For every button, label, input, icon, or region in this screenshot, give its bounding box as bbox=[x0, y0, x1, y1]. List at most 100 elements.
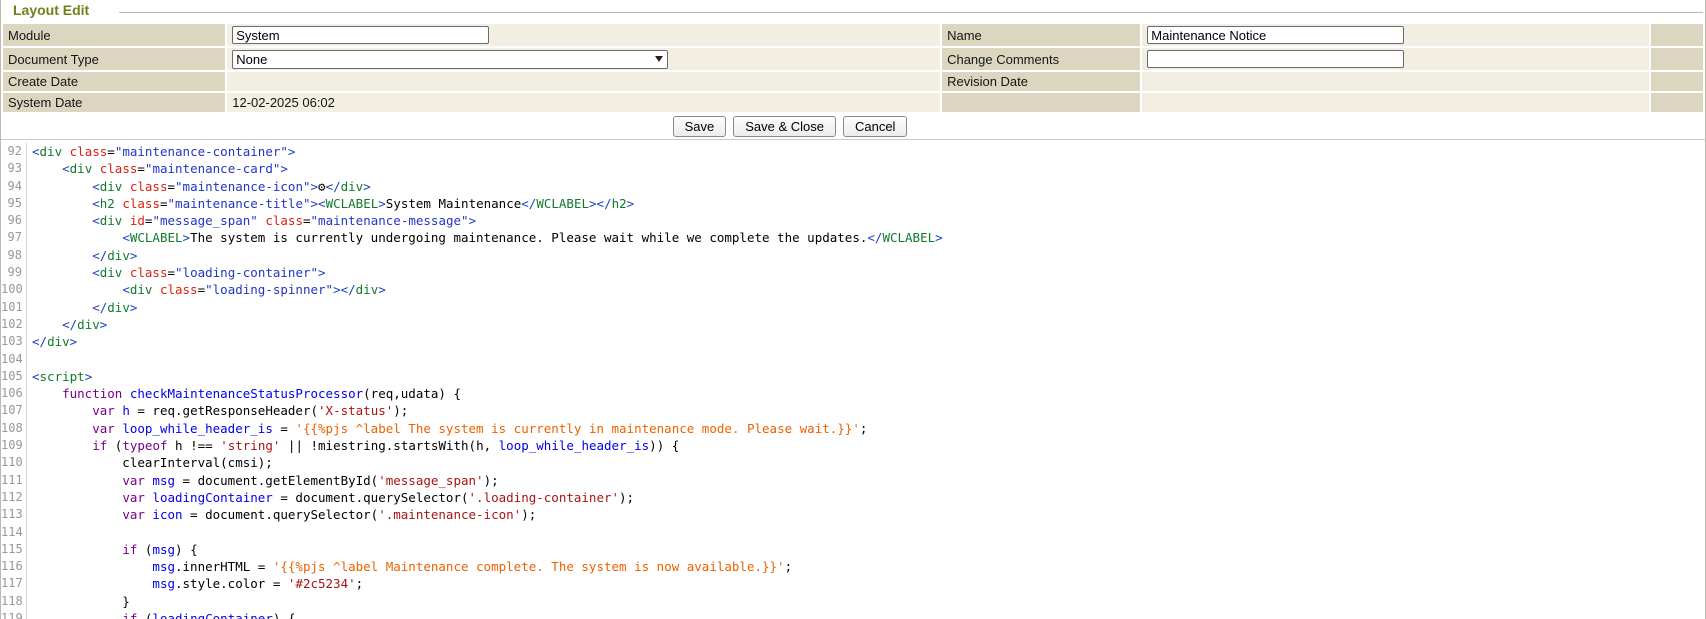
code-line: 104 bbox=[1, 351, 1705, 368]
code-token bbox=[92, 161, 100, 176]
code-token bbox=[122, 265, 130, 280]
line-number: 95 bbox=[1, 195, 27, 212]
code-token: > bbox=[589, 196, 597, 211]
module-cell bbox=[227, 24, 940, 46]
code-token: ) { bbox=[273, 611, 296, 619]
empty-label-cell bbox=[942, 93, 1140, 112]
document-type-cell: None bbox=[227, 48, 940, 70]
cancel-button[interactable]: Cancel bbox=[843, 116, 907, 137]
code-token: The system is currently undergoing maint… bbox=[190, 230, 867, 245]
line-number: 100 bbox=[1, 281, 27, 298]
line-number: 102 bbox=[1, 316, 27, 333]
code-text: if (msg) { bbox=[27, 541, 198, 558]
code-line: 101 </div> bbox=[1, 299, 1705, 316]
code-text: msg.style.color = '#2c5234'; bbox=[27, 575, 363, 592]
code-token: > bbox=[288, 144, 296, 159]
code-token: 'message_span' bbox=[378, 473, 483, 488]
code-token: ); bbox=[484, 473, 499, 488]
code-text: clearInterval(cmsi); bbox=[27, 454, 273, 471]
code-token: 'string' bbox=[220, 438, 280, 453]
code-token: )) { bbox=[649, 438, 679, 453]
code-token: .innerHTML = bbox=[175, 559, 273, 574]
code-token: </ bbox=[326, 179, 341, 194]
code-text: var loop_while_header_is = '{{%pjs ^labe… bbox=[27, 420, 867, 437]
line-number: 106 bbox=[1, 385, 27, 402]
code-token: = document.querySelector( bbox=[183, 507, 379, 522]
code-line: 103</div> bbox=[1, 333, 1705, 350]
code-text: <div class="loading-container"> bbox=[27, 264, 326, 281]
code-token: "loading-spinner" bbox=[205, 282, 333, 297]
code-token: > bbox=[378, 282, 386, 297]
code-token: if bbox=[122, 542, 137, 557]
code-token: "message_span" bbox=[152, 213, 257, 228]
code-token: var bbox=[92, 403, 115, 418]
code-token bbox=[32, 161, 62, 176]
code-token: || !miestring.startsWith(h, bbox=[280, 438, 498, 453]
change-comments-field[interactable] bbox=[1147, 50, 1404, 68]
code-text: var loadingContainer = document.querySel… bbox=[27, 489, 634, 506]
name-cell bbox=[1142, 24, 1649, 46]
code-line: 96 <div id="message_span" class="mainten… bbox=[1, 212, 1705, 229]
form-row-create-revision: Create Date Revision Date bbox=[3, 72, 1703, 91]
line-number: 118 bbox=[1, 593, 27, 610]
code-token: ( bbox=[107, 438, 122, 453]
save-button[interactable]: Save bbox=[673, 116, 727, 137]
code-token: id bbox=[130, 213, 145, 228]
code-token: h !== bbox=[168, 438, 221, 453]
code-token: ( bbox=[137, 611, 152, 619]
code-token: ); bbox=[619, 490, 634, 505]
code-token: </ bbox=[32, 334, 47, 349]
right-stub-cell bbox=[1651, 72, 1703, 91]
code-token: WCLABEL bbox=[536, 196, 589, 211]
line-number: 112 bbox=[1, 489, 27, 506]
code-line: 105<script> bbox=[1, 368, 1705, 385]
code-text: <h2 class="maintenance-title"><WCLABEL>S… bbox=[27, 195, 634, 212]
code-line: 109 if (typeof h !== 'string' || !miestr… bbox=[1, 437, 1705, 454]
right-stub-cell bbox=[1651, 48, 1703, 70]
code-token: '#2c5234' bbox=[288, 576, 356, 591]
code-text: var h = req.getResponseHeader('X-status'… bbox=[27, 402, 408, 419]
code-token: '.maintenance-icon' bbox=[378, 507, 521, 522]
code-token bbox=[32, 248, 92, 263]
right-stub-cell bbox=[1651, 24, 1703, 46]
code-token: script bbox=[40, 369, 85, 384]
code-token: > bbox=[378, 196, 386, 211]
code-line: 94 <div class="maintenance-icon">⚙</div> bbox=[1, 178, 1705, 195]
code-token: div bbox=[341, 179, 364, 194]
code-token: div bbox=[77, 317, 100, 332]
module-field[interactable] bbox=[232, 26, 489, 44]
code-token bbox=[32, 265, 92, 280]
code-text: var icon = document.querySelector('.main… bbox=[27, 506, 536, 523]
code-editor[interactable]: 92<div class="maintenance-container">93 … bbox=[1, 139, 1705, 619]
code-text: </div> bbox=[27, 247, 137, 264]
code-line: 116 msg.innerHTML = '{{%pjs ^label Maint… bbox=[1, 558, 1705, 575]
line-number: 96 bbox=[1, 212, 27, 229]
empty-value-cell bbox=[1142, 93, 1649, 112]
line-number: 92 bbox=[1, 143, 27, 160]
change-comments-label: Change Comments bbox=[942, 48, 1140, 70]
code-token: </ bbox=[62, 317, 77, 332]
save-and-close-button[interactable]: Save & Close bbox=[733, 116, 836, 137]
code-token bbox=[32, 317, 62, 332]
code-token: msg bbox=[152, 542, 175, 557]
code-token: ; bbox=[356, 576, 364, 591]
code-line: 97 <WCLABEL>The system is currently unde… bbox=[1, 229, 1705, 246]
code-token: class bbox=[70, 144, 108, 159]
code-line: 117 msg.style.color = '#2c5234'; bbox=[1, 575, 1705, 592]
code-token: ; bbox=[860, 421, 868, 436]
code-line: 111 var msg = document.getElementById('m… bbox=[1, 472, 1705, 489]
code-token: </ bbox=[597, 196, 612, 211]
code-token: </ bbox=[521, 196, 536, 211]
code-token: div bbox=[356, 282, 379, 297]
code-token: ; bbox=[785, 559, 793, 574]
code-text: <div class="loading-spinner"></div> bbox=[27, 281, 386, 298]
document-type-select[interactable]: None bbox=[232, 50, 668, 69]
line-number: 101 bbox=[1, 299, 27, 316]
code-token: = bbox=[107, 144, 115, 159]
code-line: 100 <div class="loading-spinner"></div> bbox=[1, 281, 1705, 298]
name-field[interactable] bbox=[1147, 26, 1404, 44]
code-token: 'X-status' bbox=[318, 403, 393, 418]
code-token: var bbox=[122, 507, 145, 522]
code-text: <script> bbox=[27, 368, 92, 385]
code-token: > bbox=[100, 317, 108, 332]
